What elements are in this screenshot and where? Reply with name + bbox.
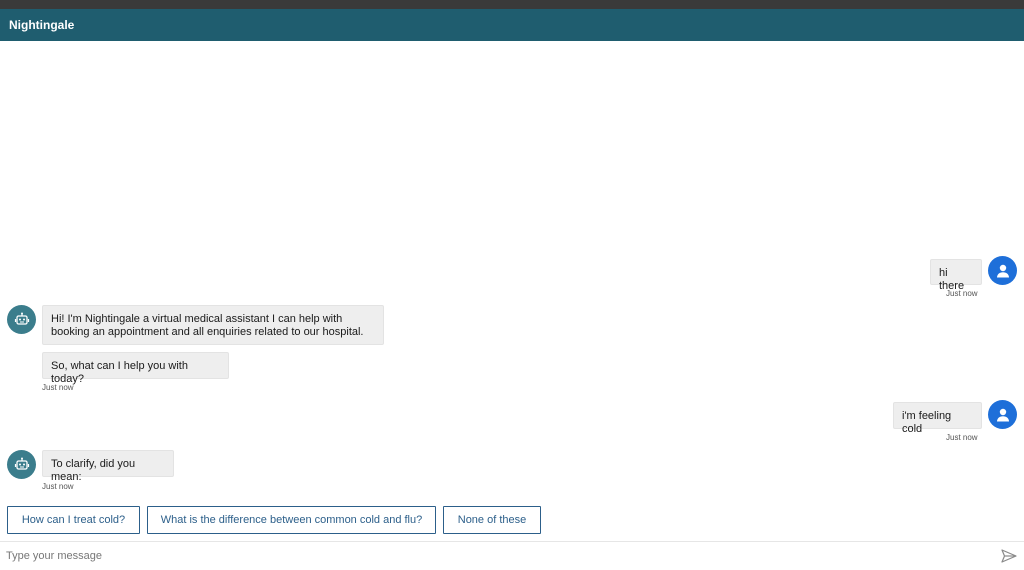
user-message: i'm feeling cold xyxy=(893,402,982,435)
message-timestamp: Just now xyxy=(42,383,74,392)
message-timestamp: Just now xyxy=(946,289,978,298)
app-title: Nightingale xyxy=(9,18,75,32)
message-timestamp: Just now xyxy=(42,482,74,491)
send-button[interactable] xyxy=(998,547,1020,565)
bot-avatar xyxy=(7,450,36,479)
message-composer xyxy=(0,541,1024,570)
bot-avatar xyxy=(7,305,36,334)
user-icon xyxy=(996,264,1009,277)
user-avatar xyxy=(988,256,1017,285)
user-icon xyxy=(996,408,1009,421)
message-timestamp: Just now xyxy=(946,433,978,442)
browser-bookmarks-bar xyxy=(0,0,1024,9)
bot-message: So, what can I help you with today? xyxy=(42,352,229,385)
chat-transcript[interactable]: hi there Just now Hi! I'm Nightingale a … xyxy=(0,41,1024,541)
message-input[interactable] xyxy=(6,546,986,566)
suggestion-button-cold-vs-flu[interactable]: What is the difference between common co… xyxy=(147,506,436,534)
bot-message: Hi! I'm Nightingale a virtual medical as… xyxy=(42,305,384,345)
suggestion-button-treat-cold[interactable]: How can I treat cold? xyxy=(7,506,140,534)
user-message: hi there xyxy=(930,259,982,292)
suggestion-button-none[interactable]: None of these xyxy=(443,506,541,534)
bot-message: To clarify, did you mean: xyxy=(42,450,174,483)
user-avatar xyxy=(988,400,1017,429)
send-icon xyxy=(1001,549,1017,563)
app-header: Nightingale xyxy=(0,9,1024,41)
robot-icon xyxy=(14,312,29,325)
robot-icon xyxy=(14,457,29,470)
